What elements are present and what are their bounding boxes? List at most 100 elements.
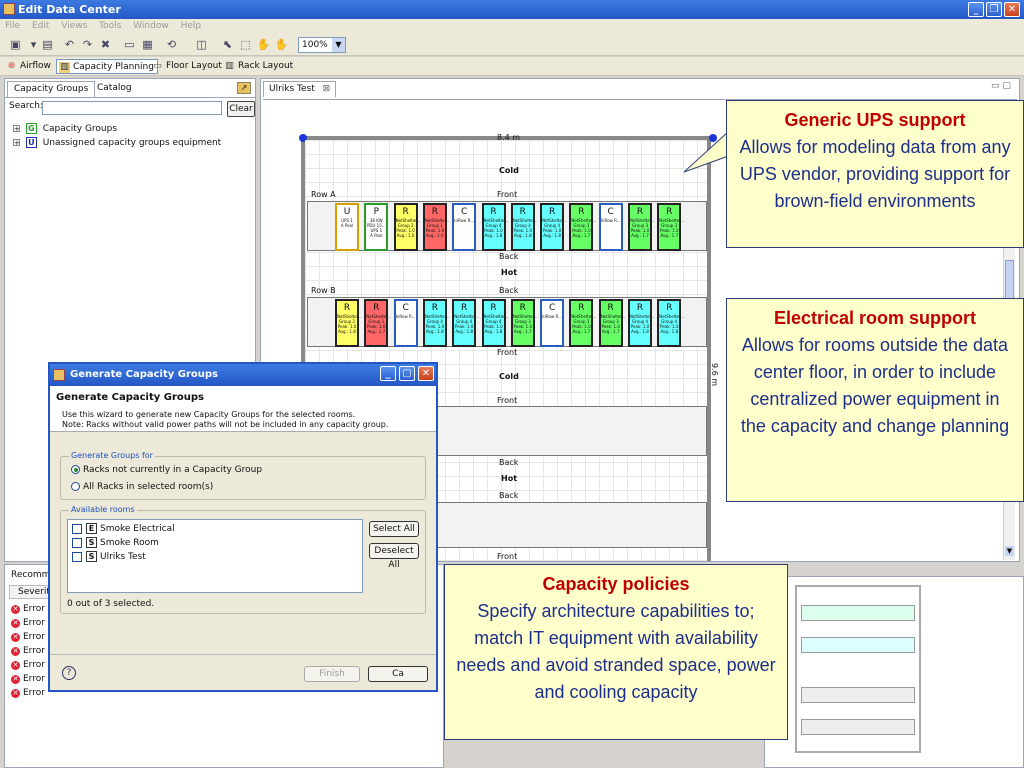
cut-icon[interactable]: ▭ bbox=[122, 38, 137, 52]
zoom-select[interactable]: 100% ▼ bbox=[298, 37, 346, 53]
tree-item-capacity-groups[interactable]: + G Capacity Groups bbox=[13, 123, 117, 134]
rack-r[interactable]: R NetShelter... Group 1 Peak: 1.0 Avg.: 1.0 bbox=[422, 203, 450, 251]
deselect-all-button[interactable]: Deselect All bbox=[369, 543, 419, 570]
rack-r[interactable]: R NetShelter... Group 3 Peak: 1.0 Avg.: 1.7 bbox=[510, 299, 538, 347]
generate-groups-icon[interactable]: ↗ bbox=[237, 82, 251, 94]
dialog-description: Use this wizard to generate new Capacity… bbox=[62, 410, 356, 419]
menu-file[interactable]: File bbox=[5, 21, 20, 31]
menu-views[interactable]: Views bbox=[61, 21, 87, 31]
rack-r[interactable]: R NetShelter... Group 2 Peak: 1.0 Avg.: 1.0 bbox=[393, 203, 420, 251]
unassigned-badge-icon: U bbox=[25, 137, 37, 148]
rack-r[interactable]: R NetShelter... Group 4 Peak: 1.0 Avg.: 1.8 bbox=[540, 203, 567, 251]
table-row[interactable]: ✕ Error bbox=[11, 674, 45, 684]
close-tab-icon[interactable]: ⊠ bbox=[323, 84, 331, 94]
rack-c[interactable]: C InRow R... bbox=[393, 299, 418, 347]
list-item[interactable]: E Smoke Electrical bbox=[72, 523, 175, 534]
list-item[interactable]: S Ulriks Test bbox=[72, 551, 146, 562]
menu-tools[interactable]: Tools bbox=[99, 21, 121, 31]
rack-r[interactable]: R NetShelter... Group 2 Peak: 1.0 Avg.: 1.8 bbox=[335, 299, 362, 347]
radio-all-racks[interactable]: All Racks in selected room(s) bbox=[71, 482, 213, 492]
select-area-icon[interactable]: ⬚ bbox=[238, 38, 253, 52]
expand-icon[interactable]: + bbox=[13, 139, 20, 147]
checkbox[interactable] bbox=[72, 523, 82, 534]
expand-icon[interactable]: + bbox=[13, 125, 20, 133]
rack-r[interactable]: R NetShelter... Group 4 Peak: 1.0 Avg.: 1.8 bbox=[452, 299, 479, 347]
checkbox[interactable] bbox=[72, 551, 82, 562]
redo-icon[interactable]: ↷ bbox=[80, 38, 95, 52]
hand-icon[interactable]: ✋ bbox=[256, 38, 271, 52]
radio-label: Racks not currently in a Capacity Group bbox=[83, 465, 263, 475]
rack-u[interactable]: U UPS 1A Pool bbox=[335, 203, 359, 251]
rack-r[interactable]: R NetShelter... Group 4 Peak: 1.0 Avg.: 1.8 bbox=[657, 299, 684, 347]
hand-zoom-icon[interactable]: ✋ bbox=[274, 38, 289, 52]
rack-r[interactable]: R NetShelter... Group 3 Peak: 1.0 Avg.: 1.7 bbox=[569, 299, 596, 347]
rack-r[interactable]: R NetShelter... Group 1 Peak: 1.0 Avg.: 1.7 bbox=[364, 299, 391, 347]
cancel-button[interactable]: Ca bbox=[368, 666, 428, 682]
rack-r[interactable]: R NetShelter... Group 4 Peak: 1.0 Avg.: 1.8 bbox=[481, 299, 508, 347]
scroll-down-icon[interactable]: ▼ bbox=[1005, 546, 1014, 556]
rack-r[interactable]: R NetShelter... Group 4 Peak: 1.0 Avg.: 1.8 bbox=[628, 299, 655, 347]
table-row[interactable]: ✕ Error bbox=[11, 632, 45, 642]
rooms-list[interactable]: E Smoke Electrical S Smoke Room S Ulriks Te… bbox=[67, 519, 363, 593]
table-row[interactable]: ✕ Error bbox=[11, 618, 45, 628]
table-row[interactable]: ✕ Error bbox=[11, 646, 45, 656]
save-icon[interactable]: ▤ bbox=[40, 38, 55, 52]
rack-p[interactable]: P 38 KW PDU 15... UPS 1A Pool bbox=[364, 203, 389, 251]
perspective-capacity-planning[interactable]: ▥ Capacity Planning bbox=[56, 59, 158, 74]
radio-selected-icon[interactable] bbox=[71, 465, 80, 474]
rack-r[interactable]: R NetShelter... Group 4 Peak: 1.0 Avg.: 1.8 bbox=[510, 203, 538, 251]
help-icon[interactable]: ? bbox=[62, 666, 76, 680]
layout-icon[interactable]: ◫ bbox=[194, 38, 209, 52]
overview-map[interactable] bbox=[795, 585, 921, 753]
rack-r[interactable]: R NetShelter... Group 3 Peak: 1.0 Avg.: 1.7 bbox=[628, 203, 655, 251]
list-item[interactable]: S Smoke Room bbox=[72, 537, 159, 548]
pointer-icon[interactable]: ⬉ bbox=[220, 38, 235, 52]
rack-c[interactable]: C InRow R... bbox=[540, 299, 565, 347]
dialog-close-button[interactable]: ✕ bbox=[418, 366, 434, 381]
radio-icon[interactable] bbox=[71, 482, 80, 491]
error-icon: ✕ bbox=[11, 647, 20, 656]
paste-icon[interactable]: ▦ bbox=[140, 38, 155, 52]
tab-ulriks-test[interactable]: Ulriks Test ⊠ bbox=[263, 81, 337, 97]
perspective-airflow[interactable]: ⊛ Airflow bbox=[4, 59, 51, 74]
menu-help[interactable]: Help bbox=[181, 21, 202, 31]
maximize-button[interactable]: ❐ bbox=[986, 2, 1002, 17]
table-row[interactable]: ✕ Error bbox=[11, 688, 45, 698]
rack-r[interactable]: R NetShelter... Group 3 Peak: 1.0 Avg.: 1.7 bbox=[657, 203, 684, 251]
dropdown-icon[interactable]: ▾ bbox=[26, 38, 41, 52]
tree-item-unassigned[interactable]: + U Unassigned capacity groups equipment bbox=[13, 137, 221, 148]
rotate-icon[interactable]: ⟲ bbox=[164, 38, 179, 52]
rack-r[interactable]: R NetShelter... Group 3 Peak: 1.0 Avg.: 1.7 bbox=[598, 299, 625, 347]
delete-icon[interactable]: ✖ bbox=[98, 38, 113, 52]
overview-row bbox=[801, 719, 915, 735]
undo-icon[interactable]: ↶ bbox=[62, 38, 77, 52]
room-label: Ulriks Test bbox=[100, 552, 146, 562]
select-all-button[interactable]: Select All bbox=[369, 521, 419, 537]
table-row[interactable]: ✕ Error bbox=[11, 604, 45, 614]
tab-catalog[interactable]: Catalog bbox=[91, 81, 138, 97]
rack-r[interactable]: R NetShelter... Group 4 Peak: 1.0 Avg.: 1.8 bbox=[422, 299, 450, 347]
perspective-floor-layout[interactable]: ▭ Floor Layout bbox=[150, 59, 222, 74]
finish-button[interactable]: Finish bbox=[304, 666, 360, 682]
zoom-value: 100% bbox=[302, 40, 328, 50]
new-icon[interactable]: ▣ bbox=[8, 38, 23, 52]
rack-c[interactable]: C InRow R... bbox=[452, 203, 477, 251]
table-row[interactable]: ✕ Error bbox=[11, 660, 45, 670]
rack-r[interactable]: R NetShelter... Group 3 Peak: 1.0 Avg.: 1.7 bbox=[569, 203, 596, 251]
minimize-button[interactable]: _ bbox=[968, 2, 984, 17]
checkbox[interactable] bbox=[72, 537, 82, 548]
clear-button[interactable]: Clear bbox=[227, 101, 255, 117]
tab-capacity-groups[interactable]: Capacity Groups bbox=[7, 81, 96, 97]
dialog-maximize-button[interactable]: ▢ bbox=[399, 366, 415, 381]
search-input[interactable] bbox=[42, 101, 222, 115]
radio-racks-not-in-group[interactable]: Racks not currently in a Capacity Group bbox=[71, 465, 262, 475]
dialog-minimize-button[interactable]: _ bbox=[380, 366, 396, 381]
rack-c[interactable]: C InRow R... bbox=[598, 203, 623, 251]
close-button[interactable]: ✕ bbox=[1004, 2, 1020, 17]
minimize-view-icon[interactable]: ▭ ▢ bbox=[991, 81, 1011, 91]
menu-edit[interactable]: Edit bbox=[32, 21, 49, 31]
aisle-label: Hot bbox=[501, 268, 518, 277]
rack-r[interactable]: R NetShelter... Group 4 Peak: 1.0 Avg.: 1.8 bbox=[481, 203, 508, 251]
menu-window[interactable]: Window bbox=[133, 21, 169, 31]
perspective-rack-layout[interactable]: ▥ Rack Layout bbox=[222, 59, 293, 74]
